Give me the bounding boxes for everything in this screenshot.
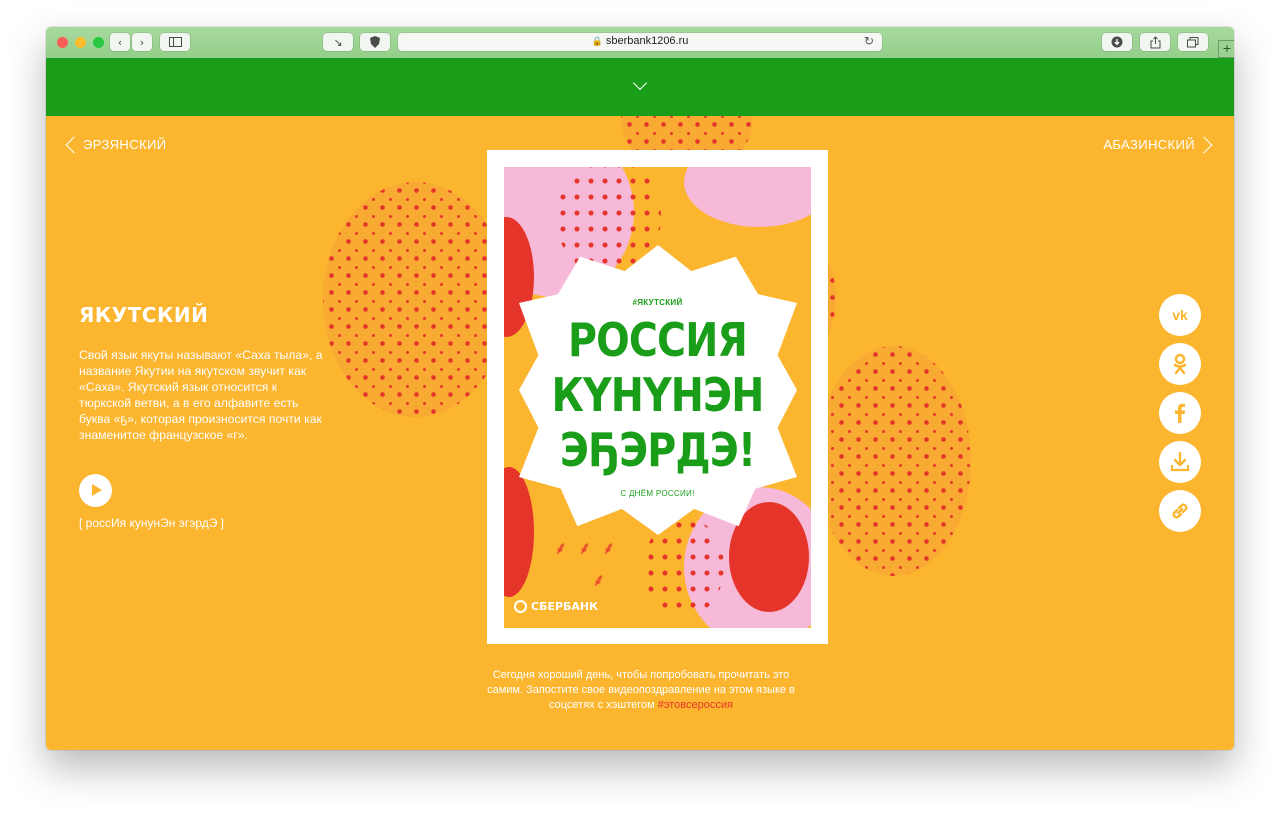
shield-icon (370, 36, 380, 48)
url-text: sberbank1206.ru (605, 35, 689, 47)
sberbank-logo: СБЕРБАНК (514, 600, 598, 613)
facebook-icon (1175, 403, 1185, 423)
download-circle-icon (1111, 36, 1123, 48)
tabs-overview-button[interactable] (1178, 33, 1208, 51)
extension-button[interactable]: ↘ (323, 33, 353, 51)
footer-message: Сегодня хороший день, чтобы попробовать … (487, 669, 795, 711)
odnoklassniki-icon (1173, 353, 1187, 375)
share-icon (1150, 35, 1160, 48)
poster-frame: ⸙ ⸙ ⸙ ⸙ #ЯКУТСКИЙ РОССИЯ КҮНҮНЭН ЭҔЭРДЭ!… (487, 150, 828, 644)
lock-icon: 🔒 (591, 36, 603, 46)
transcription-text: [ россИя кунунЭн эгэрдЭ ] (79, 516, 225, 530)
zoom-window-button[interactable] (93, 37, 104, 48)
copy-link-button[interactable] (1159, 490, 1201, 532)
new-tab-button[interactable]: + (1218, 40, 1234, 58)
sberbank-logo-icon (514, 600, 527, 613)
chevron-down-icon[interactable] (632, 75, 648, 91)
chevron-left-icon: ‹ (117, 35, 123, 49)
chevron-right-icon (1195, 136, 1213, 154)
footer-hashtag[interactable]: #этовсероссия (658, 699, 733, 711)
red-ornament-bottom-left (504, 467, 534, 597)
svg-text:vk: vk (1172, 307, 1188, 323)
sberbank-logo-text: СБЕРБАНК (531, 600, 599, 613)
poster: ⸙ ⸙ ⸙ ⸙ #ЯКУТСКИЙ РОССИЯ КҮНҮНЭН ЭҔЭРДЭ!… (504, 167, 811, 628)
close-window-button[interactable] (57, 37, 68, 48)
footer-text: Сегодня хороший день, чтобы попробовать … (476, 668, 806, 713)
pink-blob-top-right (684, 167, 811, 227)
prev-language-link[interactable]: ЭРЗЯНСКИЙ (65, 136, 167, 154)
chevron-left-icon (65, 136, 83, 154)
poster-subtitle: С ДНЁМ РОССИИ! (620, 489, 695, 498)
wheat-icon: ⸙ (592, 570, 606, 590)
share-facebook-button[interactable] (1159, 392, 1201, 434)
wheat-icon: ⸙ (578, 538, 592, 558)
sidebar-icon (168, 37, 182, 47)
address-bar[interactable]: 🔒 sberbank1206.ru ↻ (398, 33, 882, 51)
wheat-icon: ⸙ (602, 538, 616, 558)
link-icon (1172, 503, 1188, 519)
language-description: Свой язык якуты называют «Саха тыла», а … (79, 348, 323, 442)
share-ok-button[interactable] (1159, 343, 1201, 385)
downloads-button[interactable] (1102, 33, 1132, 51)
prev-language-label: ЭРЗЯНСКИЙ (83, 137, 167, 152)
download-icon (1170, 451, 1190, 472)
next-language-label: АБАЗИНСКИЙ (1103, 137, 1195, 152)
forward-button[interactable]: › (132, 33, 152, 51)
plus-icon: + (1222, 40, 1232, 56)
wheat-icon: ⸙ (554, 538, 568, 558)
vk-icon: vk (1172, 307, 1188, 323)
chevron-right-icon: › (139, 35, 145, 49)
share-button[interactable] (1140, 33, 1170, 51)
share-vk-button[interactable]: vk (1159, 294, 1201, 336)
pattern-circle-left (323, 182, 508, 417)
play-pronunciation-button[interactable] (79, 474, 112, 507)
main-content: ЭРЗЯНСКИЙ АБАЗИНСКИЙ ЯКУТСКИЙ Свой язык … (46, 116, 1234, 750)
extension-icon: ↘ (333, 35, 343, 49)
tabs-icon (1187, 36, 1199, 47)
download-poster-button[interactable] (1159, 441, 1201, 483)
poster-hashtag: #ЯКУТСКИЙ (632, 298, 683, 307)
ublock-button[interactable] (360, 33, 390, 51)
next-language-link[interactable]: АБАЗИНСКИЙ (1103, 136, 1213, 154)
poster-line-2: КҮНҮНЭН (551, 368, 765, 422)
back-button[interactable]: ‹ (110, 33, 130, 51)
poster-line-3: ЭҔЭРДЭ! (559, 423, 756, 477)
browser-window: ‹ › ↘ 🔒 sberbank1206.ru ↻ + ЭРЗЯНСКИЙ АБ… (46, 27, 1234, 750)
browser-toolbar: ‹ › ↘ 🔒 sberbank1206.ru ↻ + (46, 27, 1234, 58)
site-header (46, 58, 1234, 116)
minimize-window-button[interactable] (75, 37, 86, 48)
pattern-circle-right (816, 346, 971, 576)
sidebar-button[interactable] (160, 33, 190, 51)
language-title: ЯКУТСКИЙ (79, 303, 209, 327)
poster-greeting: РОССИЯ КҮНҮНЭН ЭҔЭРДЭ! (525, 313, 789, 478)
reload-icon[interactable]: ↻ (864, 34, 874, 48)
poster-line-1: РОССИЯ (567, 313, 748, 367)
